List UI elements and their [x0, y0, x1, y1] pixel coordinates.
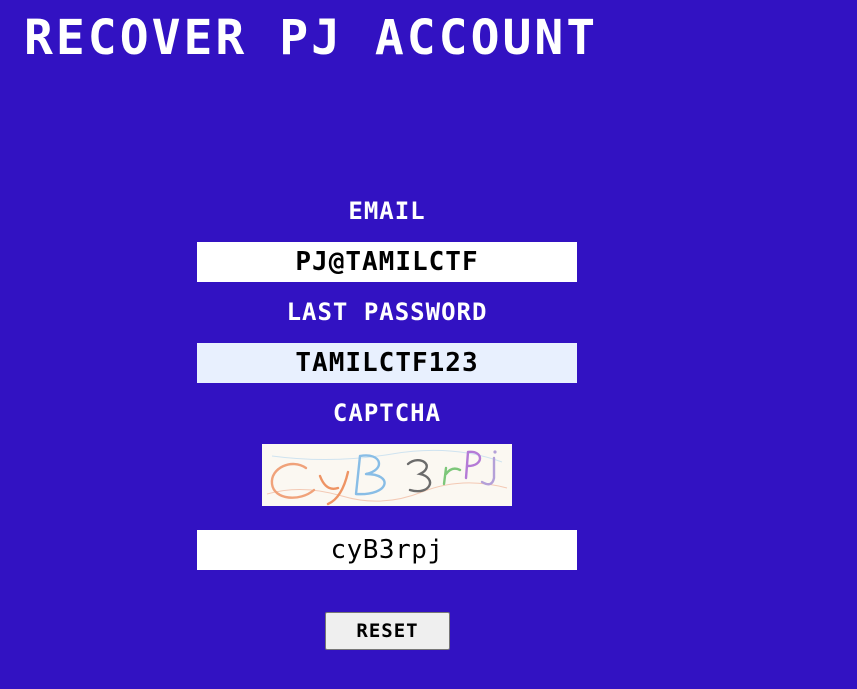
email-label: EMAIL: [348, 197, 426, 225]
captcha-input[interactable]: [197, 530, 577, 570]
page-title: RECOVER PJ ACCOUNT: [24, 10, 599, 66]
email-field[interactable]: [197, 242, 577, 282]
reset-button[interactable]: RESET: [325, 612, 450, 650]
captcha-image: [262, 444, 512, 506]
last-password-label: LAST PASSWORD: [286, 298, 488, 326]
last-password-field[interactable]: [197, 343, 577, 383]
captcha-label: CAPTCHA: [332, 399, 442, 427]
